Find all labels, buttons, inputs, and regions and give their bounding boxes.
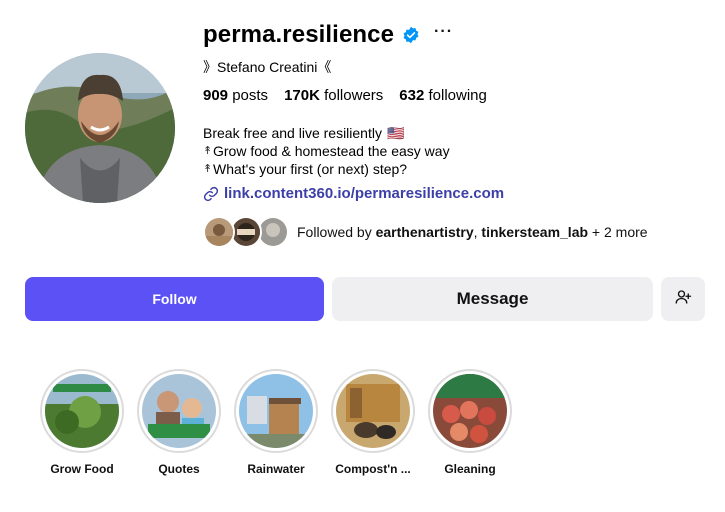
- highlight-ring: [137, 369, 221, 453]
- posts-stat: 909 posts: [203, 87, 268, 104]
- profile-avatar[interactable]: [25, 53, 175, 203]
- mutual-user-2[interactable]: tinkersteam_lab: [481, 224, 588, 240]
- bio-line-2: ↟ Grow food & homestead the easy way: [203, 142, 450, 160]
- arrow-prefix: ↟: [203, 145, 213, 157]
- highlight-item[interactable]: Grow Food: [40, 369, 124, 476]
- external-link[interactable]: link.content360.io/permaresilience.com: [203, 185, 504, 202]
- followed-by[interactable]: Followed by earthenartistry, tinkersteam…: [203, 216, 648, 248]
- bio-line-3: ↟ What's your first (or next) step?: [203, 160, 450, 178]
- followed-by-prefix: Followed by: [297, 224, 372, 240]
- highlight-label: Grow Food: [50, 462, 114, 476]
- highlight-cover: [239, 374, 313, 448]
- message-label: Message: [456, 289, 529, 308]
- link-icon: [203, 186, 219, 202]
- highlight-label: Rainwater: [247, 462, 305, 476]
- separator: ,: [473, 224, 478, 240]
- bio-text-2: Grow food & homestead the easy way: [213, 143, 450, 159]
- highlight-cover: [336, 374, 410, 448]
- highlight-item[interactable]: Compost'n ...: [331, 369, 415, 476]
- highlight-item[interactable]: Gleaning: [428, 369, 512, 476]
- username-row: perma.resilience ···: [203, 20, 453, 50]
- flag-emoji: 🇺🇸: [386, 125, 405, 141]
- add-user-icon: [674, 288, 692, 311]
- mutual-avatar: [203, 216, 235, 248]
- highlight-cover: [45, 374, 119, 448]
- highlight-ring: [331, 369, 415, 453]
- verified-badge-icon: [402, 26, 420, 44]
- followers-label: followers: [324, 87, 384, 104]
- full-name: 》Stefano Creatini《: [203, 59, 332, 75]
- highlight-label: Compost'n ...: [335, 462, 411, 476]
- mutual-user-1[interactable]: earthenartistry: [376, 224, 474, 240]
- highlight-ring: [40, 369, 124, 453]
- follow-label: Follow: [152, 291, 197, 307]
- posts-count: 909: [203, 87, 229, 104]
- username: perma.resilience: [203, 21, 395, 48]
- profile-photo: [25, 53, 175, 203]
- followers-count: 170K: [284, 87, 320, 104]
- highlight-label: Gleaning: [444, 462, 496, 476]
- mutual-avatars: [203, 216, 291, 248]
- bio-text-1: Break free and live resiliently: [203, 125, 382, 141]
- link-text[interactable]: link.content360.io/permaresilience.com: [224, 185, 504, 202]
- highlight-cover: [142, 374, 216, 448]
- following-label: following: [428, 87, 487, 104]
- message-button[interactable]: Message: [332, 277, 653, 321]
- highlight-item[interactable]: Rainwater: [234, 369, 318, 476]
- posts-label: posts: [232, 87, 269, 104]
- bio-text-3: What's your first (or next) step?: [213, 161, 408, 177]
- highlight-ring: [428, 369, 512, 453]
- highlight-label: Quotes: [158, 462, 200, 476]
- bio: Break free and live resiliently 🇺🇸 ↟ Gro…: [203, 124, 450, 178]
- following-stat[interactable]: 632 following: [399, 87, 487, 104]
- more-options-icon[interactable]: ···: [434, 24, 453, 43]
- followed-by-suffix: + 2 more: [591, 224, 648, 240]
- bio-line-1: Break free and live resiliently 🇺🇸: [203, 124, 450, 142]
- highlight-cover: [433, 374, 507, 448]
- follow-button[interactable]: Follow: [25, 277, 324, 321]
- highlight-ring: [234, 369, 318, 453]
- suggested-users-button[interactable]: [661, 277, 705, 321]
- followed-by-text: Followed by earthenartistry, tinkersteam…: [297, 224, 648, 240]
- followers-stat[interactable]: 170K followers: [284, 87, 383, 104]
- story-highlights: Grow Food Quotes Rainwater Compost'n ...: [40, 369, 512, 476]
- profile-stats: 909 posts 170K followers 632 following: [203, 87, 487, 104]
- arrow-prefix: ↟: [203, 163, 213, 175]
- highlight-item[interactable]: Quotes: [137, 369, 221, 476]
- following-count: 632: [399, 87, 425, 104]
